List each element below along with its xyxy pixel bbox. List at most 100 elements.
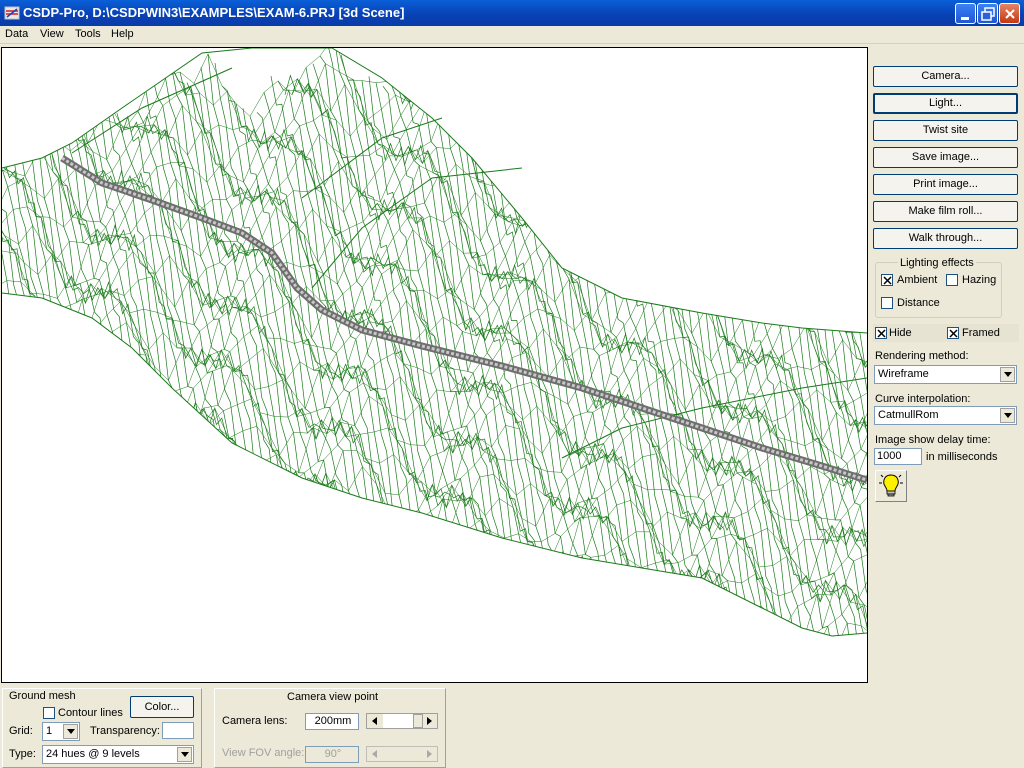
- contour-lines-checkbox[interactable]: [43, 707, 55, 719]
- check-icon: [883, 276, 892, 285]
- menu-view[interactable]: View: [40, 28, 64, 40]
- mesh-line: [781, 48, 867, 636]
- distance-checkbox[interactable]: [881, 297, 893, 309]
- close-button[interactable]: [999, 3, 1020, 24]
- hazing-label: Hazing: [962, 274, 997, 286]
- delay-label: Image show delay time:: [875, 434, 991, 446]
- minimize-button[interactable]: [955, 3, 976, 24]
- app-icon: [4, 6, 20, 20]
- distance-label: Distance: [897, 297, 940, 309]
- mesh-line: [32, 82, 250, 636]
- type-label: Type:: [9, 748, 36, 760]
- rendering-method-label: Rendering method:: [875, 350, 969, 362]
- chevron-down-icon[interactable]: [1000, 408, 1015, 423]
- print-image-button[interactable]: Print image...: [873, 174, 1018, 195]
- mesh-line: [2, 113, 26, 636]
- mesh-line: [235, 103, 453, 636]
- mesh-line: [2, 385, 867, 553]
- mesh-line: [613, 48, 831, 636]
- color-button[interactable]: Color...: [130, 696, 194, 718]
- delay-input[interactable]: 1000: [874, 448, 922, 465]
- mesh-line: [634, 64, 852, 636]
- mesh-line: [2, 114, 159, 636]
- window-title: CSDP-Pro, D:\CSDPWIN3\EXAMPLES\EXAM-6.PR…: [23, 5, 405, 20]
- mesh-line: [529, 93, 747, 636]
- mesh-line: [2, 74, 867, 234]
- mesh-line: [844, 48, 867, 636]
- fov-angle-slider: [366, 746, 438, 762]
- type-value: 24 hues @ 9 levels: [46, 748, 140, 760]
- mesh-line: [732, 48, 867, 636]
- chevron-down-icon[interactable]: [63, 724, 78, 739]
- restore-button[interactable]: [977, 3, 998, 24]
- camera-lens-input[interactable]: 200mm: [305, 713, 359, 730]
- title-bar[interactable]: CSDP-Pro, D:\CSDPWIN3\EXAMPLES\EXAM-6.PR…: [0, 0, 1024, 26]
- mesh-line: [2, 145, 54, 636]
- mesh-line: [305, 67, 523, 636]
- check-icon: [949, 329, 958, 338]
- chevron-down-icon[interactable]: [177, 747, 192, 762]
- ambient-checkbox[interactable]: [881, 274, 893, 286]
- mesh-line: [417, 88, 635, 636]
- scene-viewport[interactable]: [1, 47, 868, 683]
- walk-through-button[interactable]: Walk through...: [873, 228, 1018, 249]
- slider-track: [383, 747, 421, 761]
- mesh-line: [74, 104, 292, 636]
- menu-help[interactable]: Help: [111, 28, 134, 40]
- mesh-line: [2, 125, 166, 636]
- mesh-line: [2, 185, 867, 334]
- camera-button[interactable]: Camera...: [873, 66, 1018, 87]
- mesh-line: [585, 48, 803, 636]
- transparency-input[interactable]: [162, 722, 194, 739]
- type-select[interactable]: 24 hues @ 9 levels: [42, 745, 194, 764]
- mesh-line: [662, 67, 867, 636]
- arrow-right-icon[interactable]: [422, 714, 436, 728]
- mesh-line: [2, 100, 89, 636]
- grid-select[interactable]: 1: [42, 722, 80, 741]
- camera-lens-slider[interactable]: [366, 713, 438, 729]
- chevron-down-icon[interactable]: [1000, 367, 1015, 382]
- mesh-line: [2, 150, 867, 318]
- fov-angle-label: View FOV angle:: [222, 747, 305, 759]
- mesh-line: [2, 77, 138, 636]
- grid-value: 1: [46, 725, 53, 737]
- arrow-left-icon[interactable]: [368, 714, 382, 728]
- light-button[interactable]: Light...: [873, 93, 1018, 114]
- grid-label: Grid:: [9, 725, 33, 737]
- save-image-button[interactable]: Save image...: [873, 147, 1018, 168]
- framed-label: Framed: [962, 327, 1000, 339]
- rendering-method-select[interactable]: Wireframe: [874, 365, 1017, 384]
- lightbulb-button[interactable]: [875, 470, 907, 502]
- mesh-line: [494, 48, 712, 636]
- menu-bar: Data View Tools Help: [0, 26, 1024, 44]
- mesh-line: [536, 97, 754, 636]
- hazing-checkbox[interactable]: [946, 274, 958, 286]
- framed-checkbox[interactable]: [947, 327, 959, 339]
- mesh-line: [438, 50, 656, 636]
- mesh-line: [2, 577, 867, 636]
- arrow-right-icon: [427, 750, 432, 758]
- mesh-line: [18, 97, 236, 636]
- mesh-line: [2, 544, 867, 636]
- terrain-wireframe: [2, 48, 867, 637]
- make-film-roll-button[interactable]: Make film roll...: [873, 201, 1018, 222]
- ambient-label: Ambient: [897, 274, 938, 286]
- mesh-line: [627, 48, 845, 636]
- minimize-icon: [961, 17, 969, 20]
- delay-unit: in milliseconds: [926, 451, 998, 463]
- mesh-line: [2, 126, 33, 636]
- hide-checkbox[interactable]: [875, 327, 887, 339]
- curve-interpolation-select[interactable]: CatmullRom: [874, 406, 1017, 425]
- check-icon: [877, 329, 886, 338]
- menu-tools[interactable]: Tools: [75, 28, 101, 40]
- menu-data[interactable]: Data: [5, 28, 28, 40]
- mesh-line: [249, 116, 467, 636]
- mesh-line: [571, 48, 789, 636]
- road-alignment: [60, 155, 867, 484]
- mesh-line: [2, 483, 867, 628]
- ground-mesh-title: Ground mesh: [9, 690, 76, 702]
- twist-site-button[interactable]: Twist site: [873, 120, 1018, 141]
- lightbulb-icon: [879, 474, 903, 497]
- mesh-line: [2, 48, 867, 210]
- fov-angle-input: 90°: [305, 746, 359, 763]
